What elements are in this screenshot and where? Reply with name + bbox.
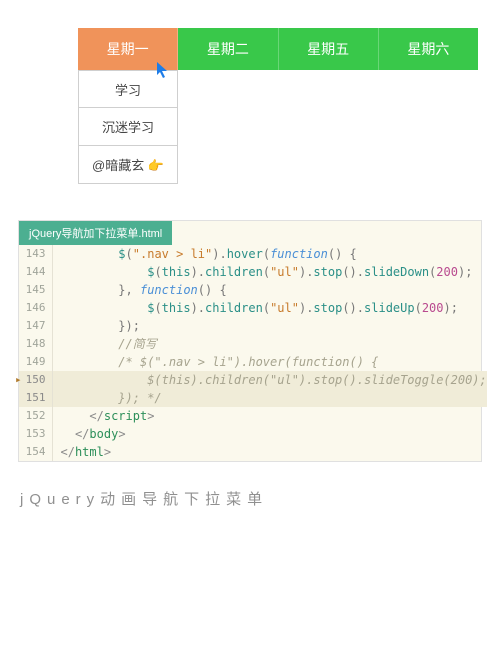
dropdown-item[interactable]: 沉迷学习 (78, 108, 178, 146)
nav-label: 星期六 (407, 39, 449, 59)
cursor-icon (155, 61, 171, 84)
code-line: 143 $(".nav > li").hover(function() { (19, 245, 487, 263)
nav-label: 星期一 (107, 39, 149, 59)
nav-item-tuesday[interactable]: 星期二 (178, 28, 278, 70)
code-line: 149 /* $(".nav > li").hover(function() { (19, 353, 487, 371)
nav-item-monday[interactable]: 星期一 (78, 28, 178, 70)
nav-label: 星期二 (207, 39, 249, 59)
code-line: 147 }); (19, 317, 487, 335)
nav-label: 星期五 (307, 39, 349, 59)
nav-item-friday[interactable]: 星期五 (279, 28, 379, 70)
code-area[interactable]: 143 $(".nav > li").hover(function() { 14… (19, 245, 487, 461)
code-line: 148 //简写 (19, 335, 487, 353)
dropdown-item[interactable]: @暗藏玄 👉 (78, 146, 178, 184)
code-line-highlight: 151 }); */ (19, 389, 487, 407)
editor-tab[interactable]: jQuery导航加下拉菜单.html (19, 221, 172, 245)
code-line-highlight: 150 $(this).children("ul").stop().slideT… (19, 371, 487, 389)
dropdown-menu: 学习 沉迷学习 @暗藏玄 👉 (78, 70, 178, 184)
code-line: 154</html> (19, 443, 487, 461)
code-line: 146 $(this).children("ul").stop().slideU… (19, 299, 487, 317)
nav-item-saturday[interactable]: 星期六 (379, 28, 478, 70)
code-line: 153 </body> (19, 425, 487, 443)
code-line: 144 $(this).children("ul").stop().slideD… (19, 263, 487, 281)
nav-demo: 星期一 星期二 星期五 星期六 学习 沉迷学习 @暗藏玄 👉 (18, 20, 482, 200)
page-caption: jQuery动画导航下拉菜单 (18, 488, 482, 509)
code-line: 145 }, function() { (19, 281, 487, 299)
code-editor: jQuery导航加下拉菜单.html 143 $(".nav > li").ho… (18, 220, 482, 462)
code-line: 152 </script> (19, 407, 487, 425)
nav-bar: 星期一 星期二 星期五 星期六 (78, 28, 478, 70)
